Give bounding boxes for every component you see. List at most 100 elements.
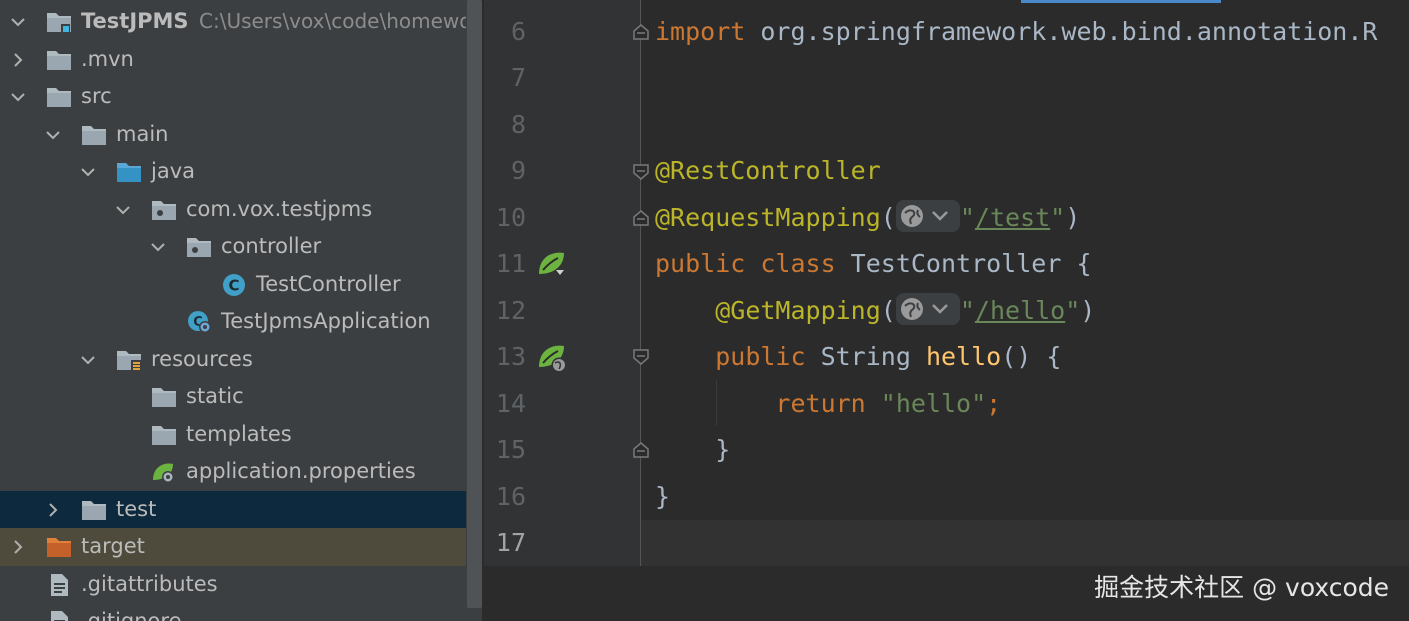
code-line[interactable]: @RestController xyxy=(655,148,881,194)
line-number: 17 xyxy=(495,527,526,557)
line-number: 16 xyxy=(495,481,526,511)
folder-icon xyxy=(151,423,177,447)
code-line[interactable]: public class TestController { xyxy=(655,241,1092,287)
tree-item[interactable]: TestJPMS C:\Users\vox\code\homework\T xyxy=(0,3,466,41)
tree-item[interactable]: .gitignore xyxy=(0,603,466,621)
code-token: public class xyxy=(655,249,851,279)
chevron-down-icon[interactable] xyxy=(115,202,131,218)
code-line[interactable]: } xyxy=(655,474,670,520)
code-token: @GetMapping xyxy=(715,295,881,325)
package-icon xyxy=(151,198,177,222)
line-number: 15 xyxy=(495,435,526,465)
line-number: 8 xyxy=(510,109,526,139)
tree-item[interactable]: main xyxy=(0,116,466,154)
tree-item-label: test xyxy=(116,496,157,521)
tree-item-label: templates xyxy=(186,421,292,446)
tree-item-label: main xyxy=(116,121,169,146)
code-token: TestController { xyxy=(850,249,1092,279)
code-token: " xyxy=(1050,202,1066,232)
current-line-highlight xyxy=(640,520,1409,566)
tree-item[interactable]: java xyxy=(0,153,466,191)
code-token: /test xyxy=(974,202,1051,232)
chevron-right-icon[interactable] xyxy=(45,502,61,518)
web-endpoint-icon[interactable] xyxy=(895,199,960,232)
line-number: 13 xyxy=(495,342,526,372)
tree-item[interactable]: templates xyxy=(0,416,466,454)
chevron-down-icon[interactable] xyxy=(10,89,26,105)
code-token: String xyxy=(820,342,926,372)
code-token: " xyxy=(1065,295,1081,325)
code-token: () { xyxy=(1001,342,1062,372)
tree-item[interactable]: static xyxy=(0,378,466,416)
fold-marker-icon[interactable] xyxy=(631,208,651,228)
indent-guide xyxy=(716,380,717,426)
tree-item-label: resources xyxy=(151,346,253,371)
tree-item[interactable]: C TestController xyxy=(0,266,466,304)
line-number: 9 xyxy=(510,156,526,186)
code-line[interactable]: @GetMapping("/hello") xyxy=(655,288,1095,334)
text-file-icon xyxy=(46,610,72,621)
code-token: org.springframework.web.bind.annotation.… xyxy=(745,17,1378,46)
chevron-down-icon[interactable] xyxy=(150,239,166,255)
tree-item-label: .gitattributes xyxy=(81,571,218,596)
chevron-down-icon[interactable] xyxy=(45,127,61,143)
line-number: 12 xyxy=(495,295,526,325)
class-icon: C xyxy=(221,273,247,297)
line-number: 14 xyxy=(495,388,526,418)
fold-gutter-separator xyxy=(640,0,641,566)
tree-item-label: application.properties xyxy=(186,459,416,483)
tree-item[interactable]: .mvn xyxy=(0,41,466,79)
tree-item[interactable]: controller xyxy=(0,228,466,266)
source-root-folder-icon xyxy=(116,160,142,184)
code-token: " xyxy=(959,202,975,232)
code-line[interactable]: return "hello"; xyxy=(655,381,1001,427)
tree-item[interactable]: test xyxy=(0,490,466,528)
tree-item-label: TestJPMS xyxy=(81,9,189,33)
spring-boot-app-icon: C xyxy=(186,310,212,334)
tree-item[interactable]: C TestJpmsApplication xyxy=(0,303,466,341)
fold-marker-icon[interactable] xyxy=(631,162,651,182)
code-token: ( xyxy=(880,202,896,232)
folder-icon xyxy=(81,498,107,522)
code-token: } xyxy=(655,435,731,465)
tree-item[interactable]: src xyxy=(0,78,466,116)
line-number: 10 xyxy=(495,202,526,232)
tree-item[interactable]: application.properties xyxy=(0,453,466,491)
chevron-down-icon[interactable] xyxy=(80,352,96,368)
web-endpoint-icon[interactable] xyxy=(895,292,960,325)
tree-item[interactable]: com.vox.testjpms xyxy=(0,191,466,229)
code-line[interactable]: import org.springframework.web.bind.anno… xyxy=(655,9,1377,55)
tree-item-label: java xyxy=(151,159,195,183)
module-folder-icon xyxy=(46,10,72,34)
spring-request-mapping-icon[interactable] xyxy=(536,341,568,373)
fold-marker-icon[interactable] xyxy=(631,22,651,42)
line-number: 6 xyxy=(510,17,526,46)
code-token: ) xyxy=(1065,202,1081,232)
tree-item-label: TestJpmsApplication xyxy=(221,309,431,333)
chevron-down-icon[interactable] xyxy=(80,164,96,180)
resources-folder-icon xyxy=(116,348,142,372)
project-tree: TestJPMS C:\Users\vox\code\homework\T .mvn… xyxy=(0,0,466,621)
fold-marker-icon[interactable] xyxy=(631,440,651,460)
fold-marker-icon[interactable] xyxy=(631,347,651,367)
code-line[interactable]: @RequestMapping("/test") xyxy=(655,195,1080,241)
code-line[interactable]: } xyxy=(655,427,730,473)
code-token: } xyxy=(655,481,671,511)
tree-item[interactable]: .gitattributes xyxy=(0,566,466,604)
excluded-folder-icon xyxy=(46,535,72,559)
project-tree-scrollbar-thumb[interactable] xyxy=(467,0,482,608)
tree-item-label: src xyxy=(81,84,112,108)
active-tab-indicator xyxy=(1021,0,1221,3)
tree-item[interactable]: resources xyxy=(0,341,466,379)
spring-bean-icon[interactable] xyxy=(536,248,568,280)
chevron-down-icon[interactable] xyxy=(10,14,26,30)
code-line[interactable]: public String hello() { xyxy=(655,334,1061,380)
tree-item[interactable]: target xyxy=(0,528,466,566)
code-token: " xyxy=(959,295,975,325)
code-token: public xyxy=(715,342,821,372)
chevron-right-icon[interactable] xyxy=(10,52,26,68)
spring-properties-icon xyxy=(151,460,177,484)
folder-icon xyxy=(46,48,72,72)
code-token: ) xyxy=(1080,295,1096,325)
chevron-right-icon[interactable] xyxy=(10,539,26,555)
